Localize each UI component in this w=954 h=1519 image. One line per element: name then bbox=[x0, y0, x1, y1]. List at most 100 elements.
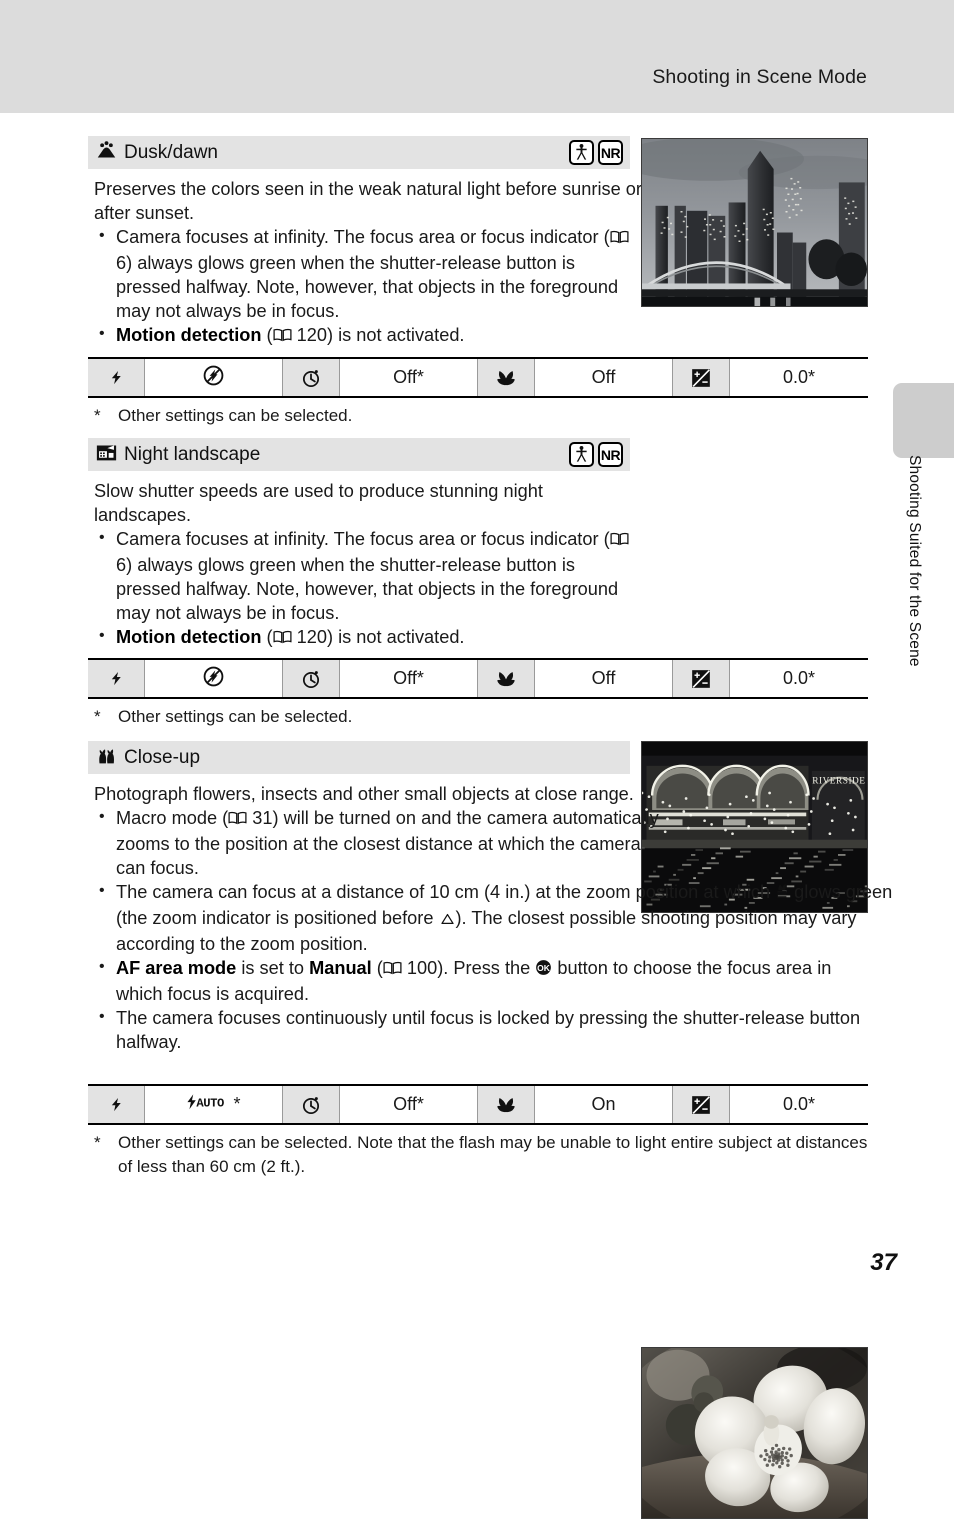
badge-label: NR bbox=[600, 144, 621, 161]
close-up-flower-photo bbox=[641, 1347, 868, 1519]
bullet-item: The camera can focus at a distance of 10… bbox=[94, 879, 896, 956]
setting-value-text: Off* bbox=[393, 668, 424, 688]
setting-value-flash-mode-icon[interactable]: AUTO * bbox=[145, 1086, 283, 1123]
setting-icon-self-timer-icon[interactable] bbox=[283, 660, 340, 697]
scene-title: Dusk/dawn bbox=[124, 141, 218, 163]
tripod-badge-icon bbox=[569, 140, 594, 165]
noise-reduction-badge: NR bbox=[598, 442, 623, 467]
setting-value-text: 0.0* bbox=[782, 668, 816, 688]
setting-value-exposure-compensation-icon[interactable]: 0.0* bbox=[730, 1086, 868, 1123]
setting-value-text: Off bbox=[591, 367, 616, 387]
page-header-band: Shooting in Scene Mode bbox=[0, 0, 954, 113]
emphasis-text: Motion detection bbox=[116, 627, 262, 647]
scene-title: Night landscape bbox=[124, 443, 261, 465]
setting-value-text: On bbox=[591, 1094, 616, 1114]
setting-value-flash-mode-icon[interactable] bbox=[145, 359, 283, 396]
footnote-marker: * bbox=[94, 1133, 101, 1152]
book-icon bbox=[228, 808, 247, 832]
settings-footnote: * Other settings can be selected. bbox=[88, 404, 868, 428]
footnote-marker: * bbox=[94, 707, 101, 726]
dusk-dawn-scene-icon bbox=[96, 140, 117, 166]
badge-label: NR bbox=[600, 446, 621, 463]
scene-header-dusk-dawn: Dusk/dawn NR bbox=[88, 136, 630, 169]
scene-badges: NR bbox=[569, 442, 623, 467]
side-tab-marker bbox=[893, 383, 954, 458]
noise-reduction-badge: NR bbox=[598, 140, 623, 165]
settings-row: Off* Off 0.0* bbox=[88, 658, 868, 699]
setting-value-macro-mode-icon[interactable]: Off bbox=[535, 660, 673, 697]
scene-section-close-up: Close-up Photograph flowers, insects and … bbox=[88, 741, 892, 1519]
setting-icon-flash-mode-icon[interactable] bbox=[88, 660, 145, 697]
setting-value-text: * bbox=[233, 1094, 241, 1114]
bullet-item: Motion detection ( 120) is not activated… bbox=[94, 624, 644, 651]
settings-table-close-up: AUTO * Off* On 0.0* * Other settings can be se… bbox=[88, 1084, 868, 1179]
footnote-text: Other settings can be selected. bbox=[118, 707, 353, 726]
setting-value-macro-mode-icon[interactable]: On bbox=[535, 1086, 673, 1123]
setting-icon-exposure-compensation-icon[interactable] bbox=[673, 359, 730, 396]
scene-header-night-landscape: Night landscape NR bbox=[88, 438, 630, 471]
close-up-scene-icon bbox=[96, 745, 117, 771]
book-icon bbox=[273, 627, 292, 651]
footnote-text: Other settings can be selected. bbox=[118, 406, 353, 425]
scene-header-close-up: Close-up bbox=[88, 741, 630, 774]
flash-off-icon bbox=[203, 666, 224, 692]
settings-row: Off* Off 0.0* bbox=[88, 357, 868, 398]
setting-icon-exposure-compensation-icon[interactable] bbox=[673, 660, 730, 697]
book-icon bbox=[383, 958, 402, 982]
flash-off-icon bbox=[203, 365, 224, 391]
settings-table-dusk-dawn: Off* Off 0.0* * Other settings can be select… bbox=[88, 357, 868, 428]
dusk-cityscape-photo bbox=[641, 138, 868, 307]
scene-badges: NR bbox=[569, 140, 623, 165]
bullet-item: Camera focuses at infinity. The focus ar… bbox=[94, 526, 644, 625]
svg-text:OK: OK bbox=[537, 963, 551, 973]
night-landscape-scene-icon bbox=[96, 442, 117, 468]
emphasis-text: Motion detection bbox=[116, 325, 262, 345]
book-icon bbox=[273, 325, 292, 349]
setting-icon-self-timer-icon[interactable] bbox=[283, 359, 340, 396]
scene-title: Close-up bbox=[124, 746, 201, 768]
setting-value-text: Off* bbox=[393, 1094, 424, 1114]
scene-section-dusk-dawn: Dusk/dawn NR Preserves the colors seen in … bbox=[88, 136, 868, 349]
book-icon bbox=[610, 227, 629, 251]
setting-value-exposure-compensation-icon[interactable]: 0.0* bbox=[730, 359, 868, 396]
bullet-item: Camera focuses at infinity. The focus ar… bbox=[94, 224, 644, 323]
settings-footnote: * Other settings can be selected. Note th… bbox=[88, 1131, 868, 1179]
setting-value-self-timer-icon[interactable]: Off* bbox=[340, 660, 478, 697]
setting-value-text: Off bbox=[591, 668, 616, 688]
bullet-item: Macro mode ( 31) will be turned on and t… bbox=[94, 805, 672, 880]
scene-body: Slow shutter speeds are used to produce … bbox=[88, 471, 644, 651]
side-tab-label: Shooting Suited for the Scene bbox=[906, 455, 923, 667]
setting-icon-flash-mode-icon[interactable] bbox=[88, 1086, 145, 1123]
scene-description: Slow shutter speeds are used to produce … bbox=[94, 481, 543, 525]
setting-value-macro-mode-icon[interactable]: Off bbox=[535, 359, 673, 396]
bullet-item: AF area mode is set to Manual ( 100). Pr… bbox=[94, 955, 868, 1006]
page-number: 37 bbox=[870, 1249, 897, 1276]
setting-icon-macro-mode-icon[interactable] bbox=[478, 1086, 535, 1123]
svg-text:AUTO: AUTO bbox=[197, 1097, 225, 1111]
setting-value-exposure-compensation-icon[interactable]: 0.0* bbox=[730, 660, 868, 697]
scene-body: Photograph flowers, insects and other sm… bbox=[88, 774, 892, 1054]
macro-flower-icon bbox=[775, 881, 789, 906]
flash-auto-icon: AUTO bbox=[186, 1093, 233, 1116]
footnote-marker: * bbox=[94, 406, 101, 425]
setting-icon-macro-mode-icon[interactable] bbox=[478, 660, 535, 697]
setting-icon-flash-mode-icon[interactable] bbox=[88, 359, 145, 396]
setting-icon-exposure-compensation-icon[interactable] bbox=[673, 1086, 730, 1123]
setting-value-text: 0.0* bbox=[782, 1094, 816, 1114]
scene-bullet-list: Camera focuses at infinity. The focus ar… bbox=[88, 526, 644, 651]
setting-icon-self-timer-icon[interactable] bbox=[283, 1086, 340, 1123]
setting-value-text: Off* bbox=[393, 367, 424, 387]
scene-description: Preserves the colors seen in the weak na… bbox=[94, 179, 642, 223]
footnote-text: Other settings can be selected. Note tha… bbox=[118, 1133, 868, 1176]
scene-body: Preserves the colors seen in the weak na… bbox=[88, 169, 644, 349]
ok-button-icon: OK bbox=[535, 958, 552, 982]
settings-table-night-landscape: Off* Off 0.0* * Other settings can be select… bbox=[88, 658, 868, 729]
setting-icon-macro-mode-icon[interactable] bbox=[478, 359, 535, 396]
setting-value-self-timer-icon[interactable]: Off* bbox=[340, 1086, 478, 1123]
triangle-icon bbox=[439, 908, 456, 932]
page-title: Shooting in Scene Mode bbox=[652, 66, 867, 88]
scene-bullet-list: Camera focuses at infinity. The focus ar… bbox=[88, 224, 644, 349]
setting-value-flash-mode-icon[interactable] bbox=[145, 660, 283, 697]
setting-value-self-timer-icon[interactable]: Off* bbox=[340, 359, 478, 396]
book-icon bbox=[610, 529, 629, 553]
